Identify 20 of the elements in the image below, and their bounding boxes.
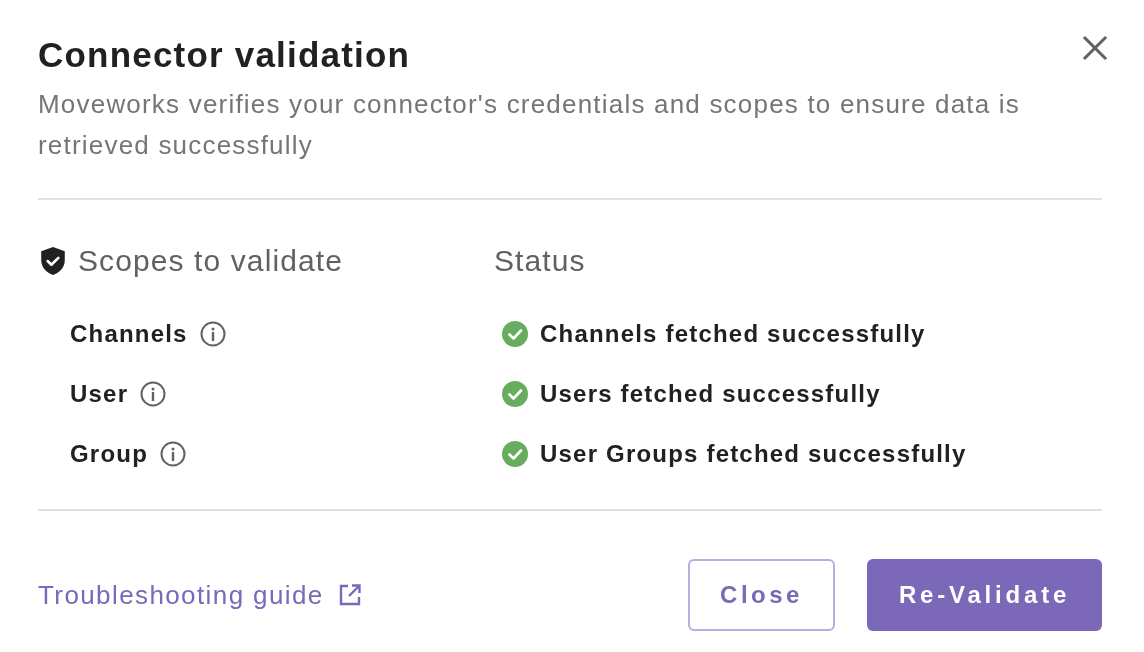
status-message: Users fetched successfully <box>540 379 881 409</box>
close-icon <box>1080 33 1110 63</box>
column-header: Scopes to validate <box>78 243 343 279</box>
scope-name: Group <box>70 439 148 469</box>
info-icon <box>160 441 186 467</box>
dialog-description: Moveworks verifies your connector's credentials and scopes to ensure data is retrieved successfully <box>38 88 1022 162</box>
dialog-title: Connector validation <box>38 34 411 76</box>
status-message: User Groups fetched successfully <box>540 439 967 469</box>
info-icon <box>140 381 167 407</box>
scope-name: User <box>70 379 129 409</box>
info-icon <box>199 321 226 347</box>
status-message: Channels fetched successfully <box>540 319 926 349</box>
column-header: Status <box>494 243 586 279</box>
scope-name: Channels <box>70 319 188 349</box>
troubleshooting-link[interactable]: Troubleshooting guide <box>38 580 362 610</box>
shield-check-icon <box>40 246 66 276</box>
primary-button[interactable]: Re-Validate <box>867 559 1102 631</box>
external-link-icon <box>337 583 362 607</box>
close-button[interactable] <box>1080 33 1110 63</box>
secondary-button[interactable]: Close <box>688 559 835 631</box>
